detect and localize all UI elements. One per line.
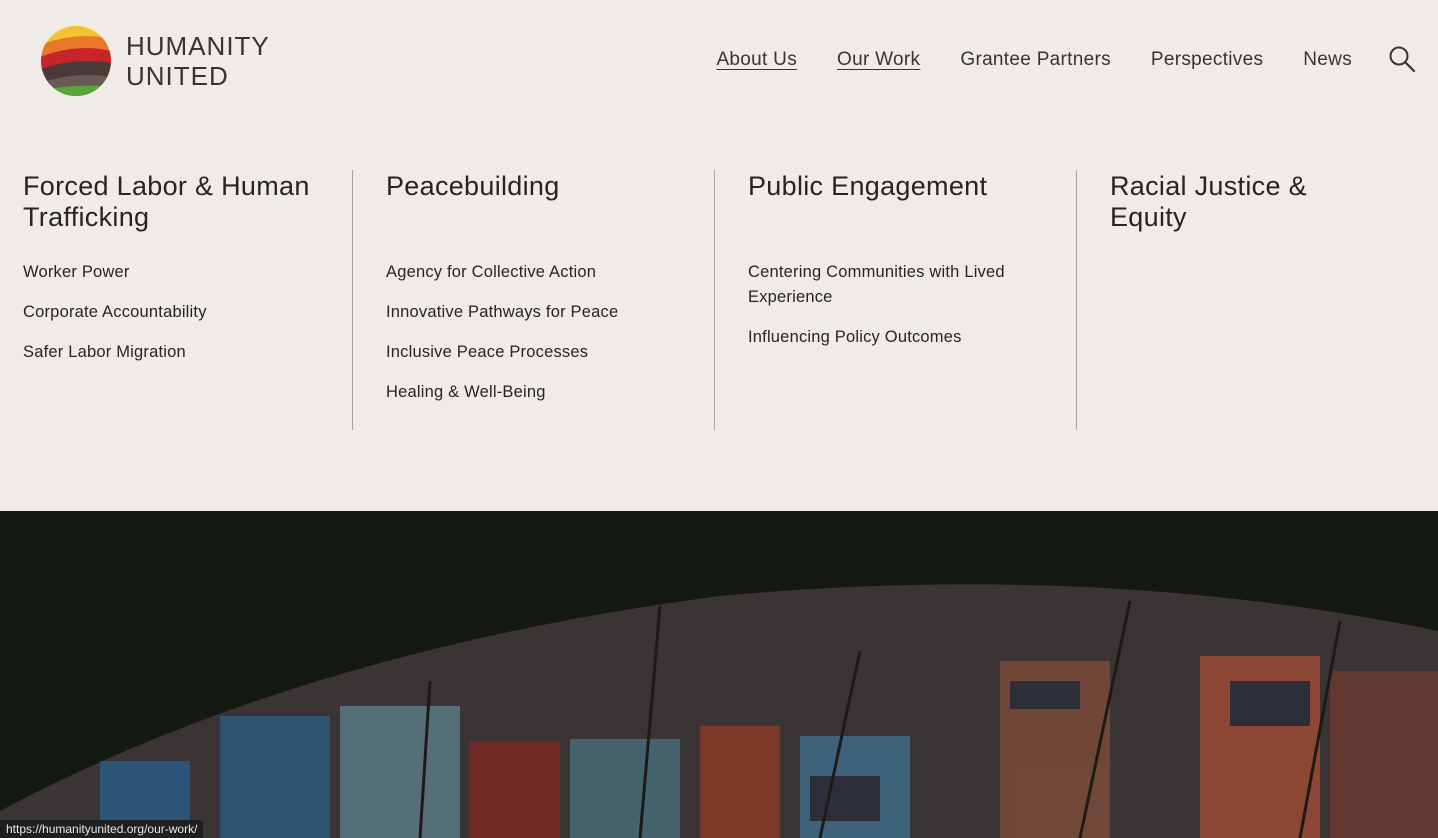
sphere-logo-icon (41, 26, 111, 96)
menu-link-innovative-pathways[interactable]: Innovative Pathways for Peace (386, 300, 686, 325)
search-icon[interactable] (1388, 45, 1416, 73)
nav-news[interactable]: News (1303, 48, 1352, 72)
menu-heading-peacebuilding[interactable]: Peacebuilding (386, 170, 714, 260)
menu-heading-forced-labor[interactable]: Forced Labor & Human Trafficking (23, 170, 352, 260)
hero-image (0, 511, 1438, 838)
brand-line-2: UNITED (126, 61, 229, 91)
menu-column-racial-justice: Racial Justice & Equity (1076, 170, 1438, 430)
site-header: HUMANITY UNITED About Us Our Work Grante… (0, 0, 1438, 120)
nav-grantee-partners[interactable]: Grantee Partners (960, 48, 1111, 72)
brand-line-1: HUMANITY (126, 31, 270, 61)
menu-column-public-engagement: Public Engagement Centering Communities … (714, 170, 1076, 430)
menu-column-peacebuilding: Peacebuilding Agency for Collective Acti… (352, 170, 714, 430)
menu-link-worker-power[interactable]: Worker Power (23, 260, 323, 285)
menu-link-agency-collective-action[interactable]: Agency for Collective Action (386, 260, 686, 285)
menu-link-healing-well-being[interactable]: Healing & Well-Being (386, 380, 686, 405)
main-nav: About Us Our Work Grantee Partners Persp… (676, 48, 1352, 72)
nav-perspectives[interactable]: Perspectives (1151, 48, 1263, 72)
menu-link-inclusive-peace[interactable]: Inclusive Peace Processes (386, 340, 686, 365)
menu-link-centering-communities[interactable]: Centering Communities with Lived Experie… (748, 260, 1038, 310)
menu-link-safer-labor-migration[interactable]: Safer Labor Migration (23, 340, 323, 365)
boats-photo (0, 584, 1438, 838)
menu-heading-public-engagement[interactable]: Public Engagement (748, 170, 1076, 260)
menu-link-corporate-accountability[interactable]: Corporate Accountability (23, 300, 323, 325)
menu-column-forced-labor: Forced Labor & Human Trafficking Worker … (0, 170, 352, 430)
brand-wordmark: HUMANITY UNITED (126, 31, 270, 91)
menu-heading-racial-justice[interactable]: Racial Justice & Equity (1110, 170, 1350, 260)
nav-about-us[interactable]: About Us (716, 48, 797, 72)
browser-status-url: https://humanityunited.org/our-work/ (0, 820, 204, 838)
brand-logo[interactable]: HUMANITY UNITED (40, 25, 300, 97)
menu-link-influencing-policy[interactable]: Influencing Policy Outcomes (748, 325, 1048, 350)
nav-our-work[interactable]: Our Work (837, 48, 920, 72)
our-work-mega-menu: Forced Labor & Human Trafficking Worker … (0, 170, 1438, 432)
